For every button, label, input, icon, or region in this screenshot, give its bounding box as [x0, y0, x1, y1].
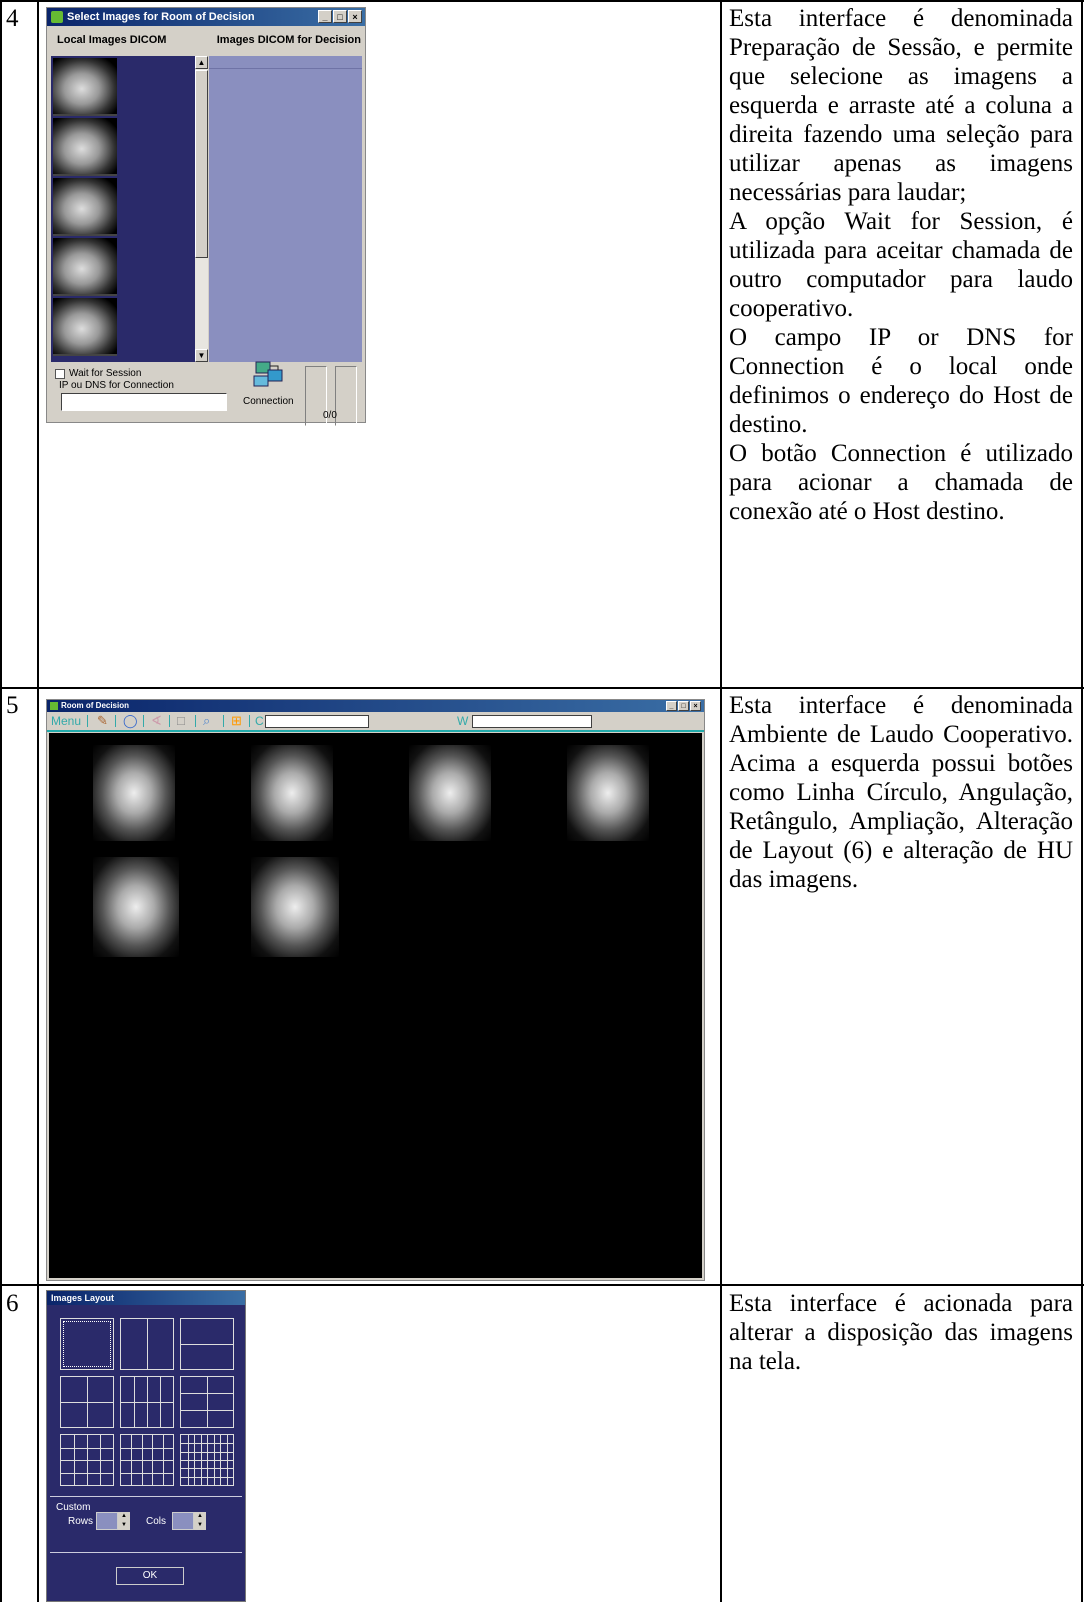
thumbnail-image[interactable]	[53, 58, 117, 116]
row-number: 4	[6, 5, 19, 32]
layout-4x5-option[interactable]	[120, 1434, 174, 1486]
layout-options: Custom Rows ▲ ▼ Cols ▲ ▼ OK	[46, 1290, 246, 1602]
divider	[50, 1552, 242, 1553]
local-images-header: Local Images DICOM	[57, 34, 167, 46]
decision-images-header: Images DICOM for Decision	[216, 34, 361, 46]
room-of-decision-window: Room of Decision _ □ × Menu ✎ ◯ ∢ □ ⌕ ⊞ …	[46, 699, 705, 1281]
spin-up-icon[interactable]: ▲	[194, 1512, 206, 1521]
thumbnail-column	[51, 56, 119, 362]
maximize-button[interactable]: □	[678, 701, 689, 711]
table-border-row5	[0, 1284, 1084, 1286]
table-border-left	[0, 0, 2, 1602]
app-icon	[50, 702, 58, 710]
select-images-window: Select Images for Room of Decision _ □ ×…	[46, 7, 366, 426]
minimize-button[interactable]: _	[318, 10, 332, 23]
ip-label: IP ou DNS for Connection	[59, 380, 174, 391]
pencil-icon[interactable]: ✎	[97, 713, 108, 729]
description-paragraph: O campo IP or DNS for Connection é o loc…	[729, 324, 1073, 438]
layout-1x1-option[interactable]	[60, 1318, 114, 1370]
angle-icon[interactable]: ∢	[151, 713, 162, 729]
menu-button[interactable]: Menu	[51, 713, 81, 729]
decision-images-list[interactable]	[209, 56, 362, 362]
thumbnail-image[interactable]	[53, 298, 117, 356]
connection-icon[interactable]	[252, 360, 286, 390]
row-description: Esta interface é denominada Preparação d…	[729, 4, 1073, 526]
table-border-col1	[37, 0, 39, 1602]
row-description: Esta interface é acionada para alterar a…	[729, 1289, 1073, 1376]
table-border-col2	[720, 0, 722, 1602]
connection-label: Connection	[243, 396, 294, 407]
thumbnail-image[interactable]	[53, 178, 117, 236]
scroll-up-button[interactable]: ▲	[195, 56, 208, 69]
divider	[50, 1496, 242, 1497]
scroll-down-button[interactable]: ▼	[195, 349, 208, 362]
window-title: Room of Decision	[61, 701, 130, 710]
layout-2x1-option[interactable]	[180, 1318, 234, 1370]
cols-label: Cols	[146, 1516, 167, 1527]
description-paragraph: O botão Connection é utilizado para acio…	[729, 440, 1073, 525]
description-paragraph: Esta interface é acionada para alterar a…	[729, 1290, 1073, 1375]
spin-down-icon[interactable]: ▼	[118, 1521, 130, 1530]
description-paragraph: A opção Wait for Session, é utilizada pa…	[729, 208, 1073, 322]
row-description: Esta interface é denominada Ambiente de …	[729, 691, 1073, 894]
c-input[interactable]	[265, 715, 369, 728]
ok-button[interactable]: OK	[116, 1567, 184, 1585]
layout-6x8-option[interactable]	[180, 1434, 234, 1486]
layout-2x2-option[interactable]	[60, 1376, 114, 1428]
rectangle-icon[interactable]: □	[177, 713, 185, 729]
vertical-scrollbar[interactable]: ▲ ▼	[195, 56, 208, 362]
ip-input[interactable]	[61, 393, 227, 411]
circle-icon[interactable]: ◯	[123, 713, 138, 729]
mri-image[interactable]	[251, 745, 333, 841]
progress-gauge	[335, 366, 357, 426]
mri-image[interactable]	[93, 745, 175, 841]
mri-image[interactable]	[567, 745, 649, 841]
table-border-top	[0, 0, 1084, 2]
image-viewer-canvas[interactable]	[49, 733, 702, 1278]
cols-spinner[interactable]: ▲ ▼	[172, 1512, 208, 1530]
thumbnail-image[interactable]	[53, 118, 117, 176]
window-title: Select Images for Room of Decision	[67, 11, 255, 23]
title-bar: Select Images for Room of Decision _ □ ×	[47, 8, 365, 26]
toolbar: Menu ✎ ◯ ∢ □ ⌕ ⊞ C W	[47, 712, 704, 732]
zoom-icon[interactable]: ⌕	[203, 713, 210, 729]
mri-image[interactable]	[93, 857, 179, 957]
mri-image[interactable]	[251, 857, 339, 957]
mri-image[interactable]	[409, 745, 491, 841]
close-button[interactable]: ×	[690, 701, 701, 711]
c-label: C	[255, 714, 264, 728]
wait-for-session-label: Wait for Session	[69, 368, 142, 379]
table-border-right	[1081, 0, 1083, 1602]
app-icon	[51, 11, 63, 23]
close-button[interactable]: ×	[348, 10, 362, 23]
layout-icon[interactable]: ⊞	[231, 713, 242, 729]
scroll-thumb[interactable]	[195, 70, 208, 258]
table-border-row4	[0, 687, 1084, 689]
maximize-button[interactable]: □	[333, 10, 347, 23]
layout-3x2-option[interactable]	[180, 1376, 234, 1428]
custom-label: Custom	[56, 1502, 91, 1513]
layout-4x4-option[interactable]	[60, 1434, 114, 1486]
description-paragraph: Esta interface é denominada Preparação d…	[729, 5, 1073, 206]
w-input[interactable]	[472, 715, 592, 728]
spin-up-icon[interactable]: ▲	[118, 1512, 130, 1521]
minimize-button[interactable]: _	[666, 701, 677, 711]
local-images-list[interactable]: ▲ ▼	[51, 56, 208, 362]
counter-label: 0/0	[323, 410, 337, 421]
rows-spinner[interactable]: ▲ ▼	[96, 1512, 132, 1530]
title-bar: Room of Decision _ □ ×	[47, 700, 704, 712]
rows-label: Rows	[68, 1516, 94, 1527]
thumbnail-image[interactable]	[53, 238, 117, 296]
layout-2x4-option[interactable]	[120, 1376, 174, 1428]
row-number: 6	[6, 1290, 19, 1317]
spin-down-icon[interactable]: ▼	[194, 1521, 206, 1530]
layout-1x2-option[interactable]	[120, 1318, 174, 1370]
row-number: 5	[6, 692, 19, 719]
description-paragraph: Esta interface é denominada Ambiente de …	[729, 692, 1073, 893]
w-label: W	[457, 714, 469, 728]
wait-for-session-checkbox[interactable]	[55, 369, 65, 379]
